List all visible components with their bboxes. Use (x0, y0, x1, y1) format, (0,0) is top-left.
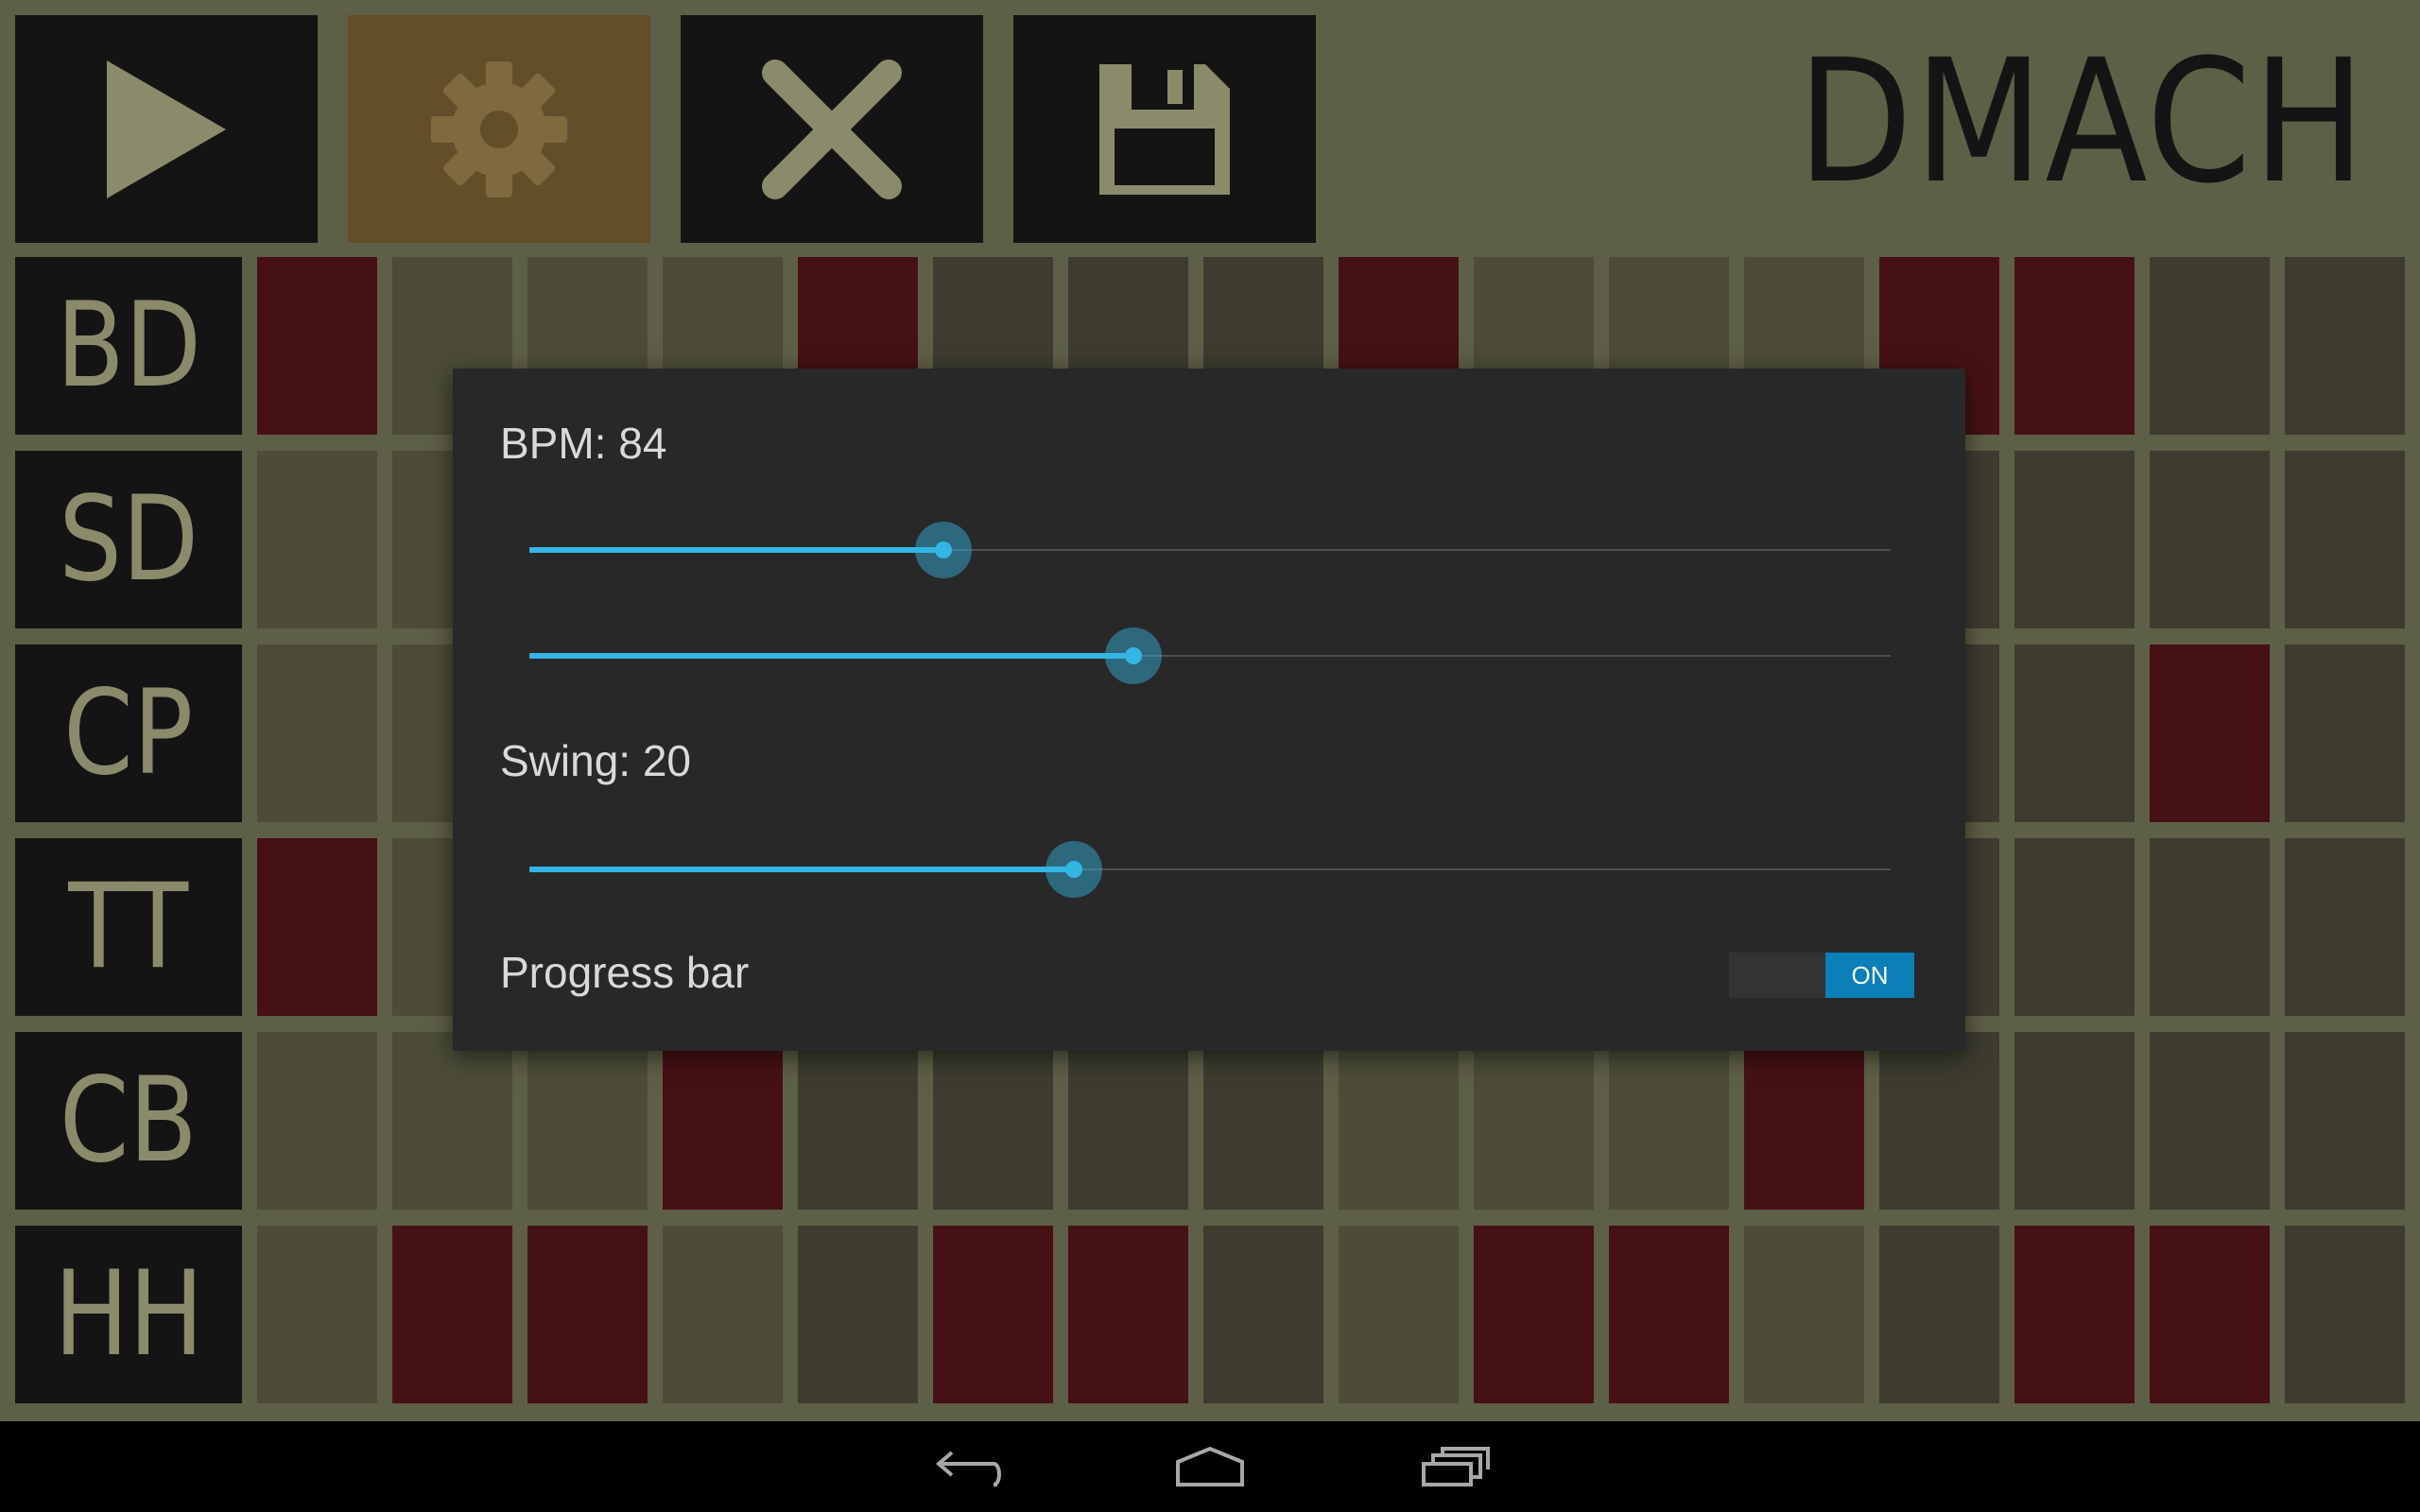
system-navbar (0, 1421, 2420, 1512)
row-label-cp[interactable]: CP (15, 644, 242, 822)
step-hh-3[interactable] (527, 1226, 648, 1403)
step-cb-11[interactable] (1609, 1032, 1729, 1210)
step-cb-6[interactable] (933, 1032, 1053, 1210)
step-hh-5[interactable] (798, 1226, 918, 1403)
row-label-hh[interactable]: HH (15, 1226, 242, 1403)
save-button[interactable] (1013, 15, 1316, 243)
step-hh-14[interactable] (2014, 1226, 2135, 1403)
step-hh-4[interactable] (663, 1226, 783, 1403)
step-tt-14[interactable] (2014, 838, 2135, 1016)
settings-dialog: BPM: 84 Swing: 20 Progress bar ON (453, 369, 1965, 1051)
app-title: DMACH (1797, 24, 2367, 221)
step-sd-1[interactable] (257, 451, 377, 628)
step-cb-10[interactable] (1474, 1032, 1594, 1210)
step-hh-13[interactable] (1879, 1226, 1999, 1403)
step-hh-9[interactable] (1339, 1226, 1459, 1403)
step-cb-7[interactable] (1068, 1032, 1188, 1210)
step-hh-15[interactable] (2150, 1226, 2270, 1403)
gear-icon (431, 60, 567, 198)
step-hh-7[interactable] (1068, 1226, 1188, 1403)
step-tt-16[interactable] (2285, 838, 2405, 1016)
step-sd-14[interactable] (2014, 451, 2135, 628)
step-hh-8[interactable] (1203, 1226, 1323, 1403)
clear-button[interactable] (681, 15, 983, 243)
step-hh-11[interactable] (1609, 1226, 1729, 1403)
step-sd-16[interactable] (2285, 451, 2405, 628)
step-cb-9[interactable] (1339, 1032, 1459, 1210)
progress-bar-label: Progress bar (500, 948, 750, 997)
step-cb-5[interactable] (798, 1032, 918, 1210)
step-hh-6[interactable] (933, 1226, 1053, 1403)
step-cb-8[interactable] (1203, 1032, 1323, 1210)
home-icon (1176, 1446, 1244, 1486)
play-icon (107, 60, 226, 198)
step-cb-4[interactable] (663, 1032, 783, 1210)
step-bd-15[interactable] (2150, 257, 2270, 435)
secondary-slider[interactable] (529, 627, 1891, 684)
step-cb-3[interactable] (527, 1032, 648, 1210)
step-bd-14[interactable] (2014, 257, 2135, 435)
row-label-tt[interactable]: TT (15, 838, 242, 1016)
swing-slider[interactable] (529, 841, 1891, 898)
step-bd-16[interactable] (2285, 257, 2405, 435)
toggle-on-label: ON (1825, 953, 1914, 998)
step-cp-14[interactable] (2014, 644, 2135, 822)
step-cp-16[interactable] (2285, 644, 2405, 822)
save-icon (1099, 63, 1230, 195)
step-hh-1[interactable] (257, 1226, 377, 1403)
step-tt-1[interactable] (257, 838, 377, 1016)
settings-button[interactable] (348, 15, 650, 243)
step-cb-1[interactable] (257, 1032, 377, 1210)
step-cb-14[interactable] (2014, 1032, 2135, 1210)
back-icon (935, 1451, 1001, 1486)
step-hh-2[interactable] (392, 1226, 512, 1403)
close-icon (762, 59, 902, 199)
step-hh-16[interactable] (2285, 1226, 2405, 1403)
home-button[interactable] (1158, 1438, 1262, 1495)
play-button[interactable] (15, 15, 318, 243)
swing-label: Swing: 20 (500, 736, 692, 785)
step-cb-15[interactable] (2150, 1032, 2270, 1210)
step-cb-12[interactable] (1744, 1032, 1864, 1210)
step-cp-15[interactable] (2150, 644, 2270, 822)
bpm-slider[interactable] (529, 522, 1891, 578)
recent-apps-icon (1422, 1447, 1490, 1486)
step-sd-15[interactable] (2150, 451, 2270, 628)
step-hh-10[interactable] (1474, 1226, 1594, 1403)
row-label-sd[interactable]: SD (15, 451, 242, 628)
step-cb-16[interactable] (2285, 1032, 2405, 1210)
back-button[interactable] (917, 1438, 1021, 1495)
bpm-label: BPM: 84 (500, 419, 667, 468)
step-bd-1[interactable] (257, 257, 377, 435)
step-tt-15[interactable] (2150, 838, 2270, 1016)
step-cb-2[interactable] (392, 1032, 512, 1210)
step-hh-12[interactable] (1744, 1226, 1864, 1403)
step-cb-13[interactable] (1879, 1032, 1999, 1210)
row-label-bd[interactable]: BD (15, 257, 242, 435)
progress-bar-toggle[interactable]: ON (1729, 953, 1914, 998)
recent-apps-button[interactable] (1404, 1438, 1508, 1495)
row-label-cb[interactable]: CB (15, 1032, 242, 1210)
step-cp-1[interactable] (257, 644, 377, 822)
